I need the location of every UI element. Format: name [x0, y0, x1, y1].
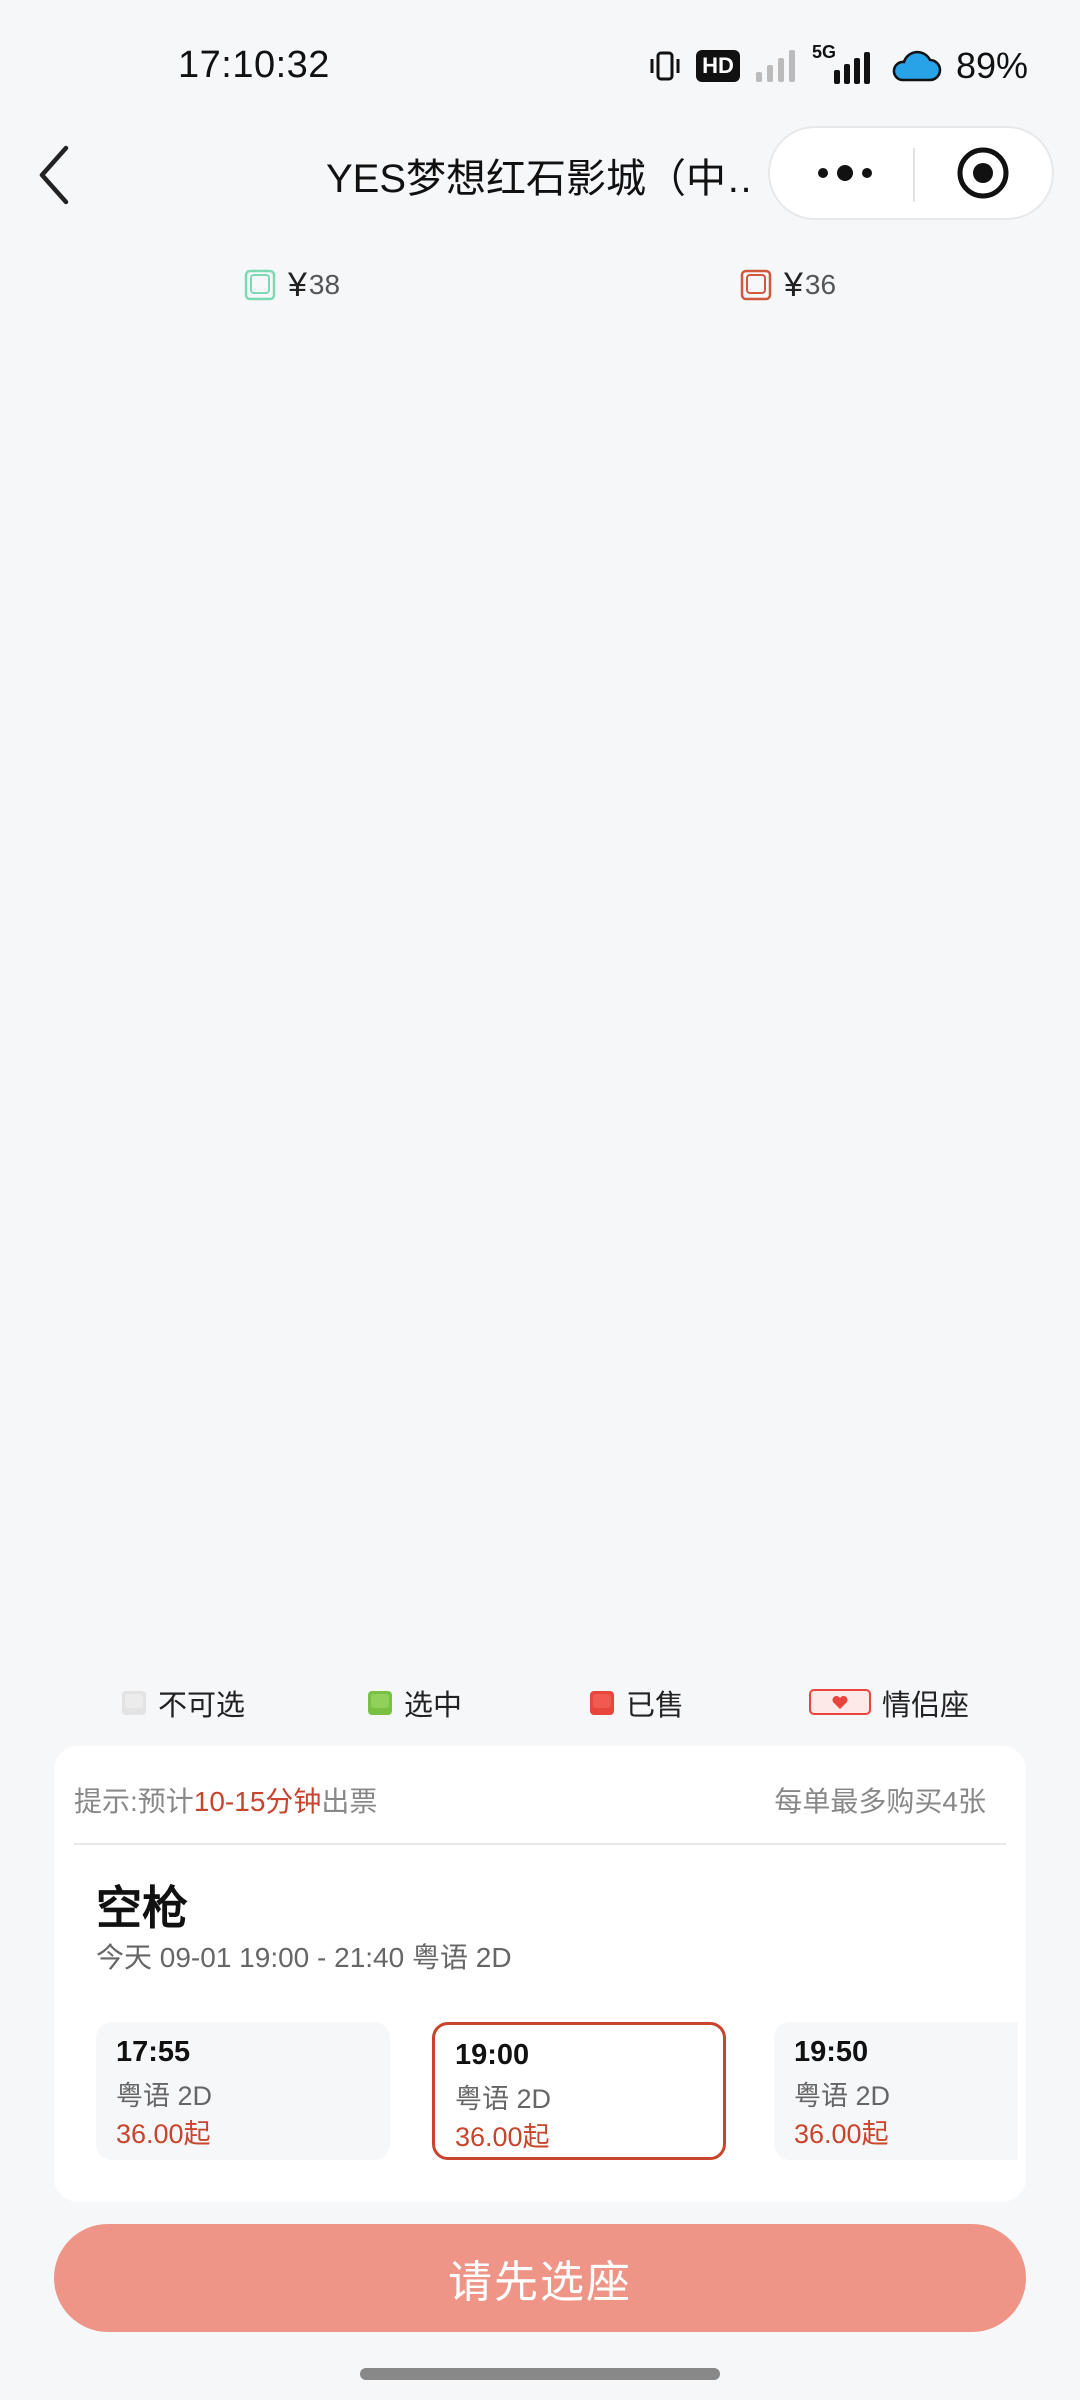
legend-label: 已售 — [626, 1690, 685, 1722]
price-value: 38 — [308, 269, 341, 300]
tip-prefix: 提示:预计 — [74, 1786, 194, 1817]
purchase-limit: 每单最多购买4张 — [774, 1786, 986, 1817]
chevron-left-icon — [39, 145, 69, 205]
movie-info: 今天 09-01 19:00 - 21:40 粤语 2D — [96, 1942, 512, 1973]
legend-unavailable: 不可选 — [120, 1680, 245, 1726]
page-title: YES梦想红石影城（中… — [326, 157, 756, 201]
legend-selected: 选中 — [366, 1680, 462, 1726]
session-time: 19:00 — [455, 2039, 530, 2071]
seat-selected-icon — [368, 1691, 392, 1715]
battery-text: 89% — [955, 45, 1028, 86]
session-price: 36.00起 — [455, 2122, 550, 2152]
5g-signal-icon: 5G — [812, 42, 874, 86]
session-language: 粤语 2D — [455, 2084, 552, 2114]
session-language: 粤语 2D — [794, 2081, 891, 2111]
miniprogram-capsule — [768, 126, 1054, 220]
price-legend-38: ¥ 38 — [242, 262, 340, 308]
more-dots-icon — [817, 165, 872, 181]
legend-sold: 已售 — [588, 1680, 684, 1726]
divider — [74, 1843, 1006, 1845]
seat-map-area[interactable] — [0, 330, 1080, 1650]
home-indicator[interactable] — [360, 2368, 720, 2380]
price-value: 36 — [804, 269, 837, 300]
seat-green-icon — [244, 269, 276, 301]
seat-red-icon — [740, 269, 772, 301]
ticket-tip: 提示:预计10-15分钟出票 — [74, 1780, 377, 1820]
session-time: 17:55 — [116, 2036, 191, 2068]
status-time: 17:10:32 — [178, 44, 330, 86]
session-price: 36.00起 — [794, 2119, 889, 2149]
seat-sold-icon — [590, 1691, 614, 1715]
back-button[interactable] — [30, 140, 80, 210]
tip-highlight: 10-15分钟 — [193, 1786, 322, 1817]
legend-label: 情侣座 — [882, 1690, 970, 1722]
session-list[interactable]: 17:55 粤语 2D 36.00起 19:00 粤语 2D 36.00起 19… — [96, 2022, 1018, 2162]
status-icons: HD 5G 89% — [648, 42, 1028, 88]
session-time: 19:50 — [794, 2036, 869, 2068]
select-seat-first-button[interactable]: 请先选座 — [54, 2224, 1026, 2332]
seat-legend: 不可选 选中 已售 情侣座 — [0, 1680, 1080, 1726]
session-option[interactable]: 19:50 粤语 2D 36.00起 — [774, 2022, 1018, 2160]
session-price: 36.00起 — [116, 2119, 211, 2149]
signal-icon — [755, 50, 795, 82]
close-miniprogram-button[interactable] — [920, 128, 1045, 218]
price-symbol: ¥ — [784, 265, 803, 304]
ticket-tip-row: 提示:预计10-15分钟出票 每单最多购买4张 — [74, 1780, 986, 1820]
target-icon — [957, 147, 1008, 199]
vibrate-icon — [650, 51, 680, 81]
movie-title: 空枪 — [96, 1882, 188, 1934]
tip-suffix: 出票 — [321, 1786, 378, 1817]
couple-seat-icon — [809, 1689, 871, 1715]
capsule-divider — [913, 148, 915, 202]
session-option[interactable]: 17:55 粤语 2D 36.00起 — [96, 2022, 390, 2160]
hd-icon: HD — [696, 50, 740, 82]
more-button[interactable] — [782, 128, 907, 218]
seat-unavailable-icon — [122, 1691, 146, 1715]
legend-couple: 情侣座 — [808, 1680, 969, 1726]
legend-label: 选中 — [404, 1690, 463, 1722]
session-card: 提示:预计10-15分钟出票 每单最多购买4张 空枪 今天 09-01 19:0… — [54, 1746, 1026, 2202]
legend-label: 不可选 — [158, 1690, 246, 1722]
cloud-icon — [892, 50, 942, 82]
price-symbol: ¥ — [288, 265, 307, 304]
price-legend-36: ¥ 36 — [738, 262, 836, 308]
session-language: 粤语 2D — [116, 2081, 213, 2111]
session-option-selected[interactable]: 19:00 粤语 2D 36.00起 — [432, 2022, 726, 2160]
